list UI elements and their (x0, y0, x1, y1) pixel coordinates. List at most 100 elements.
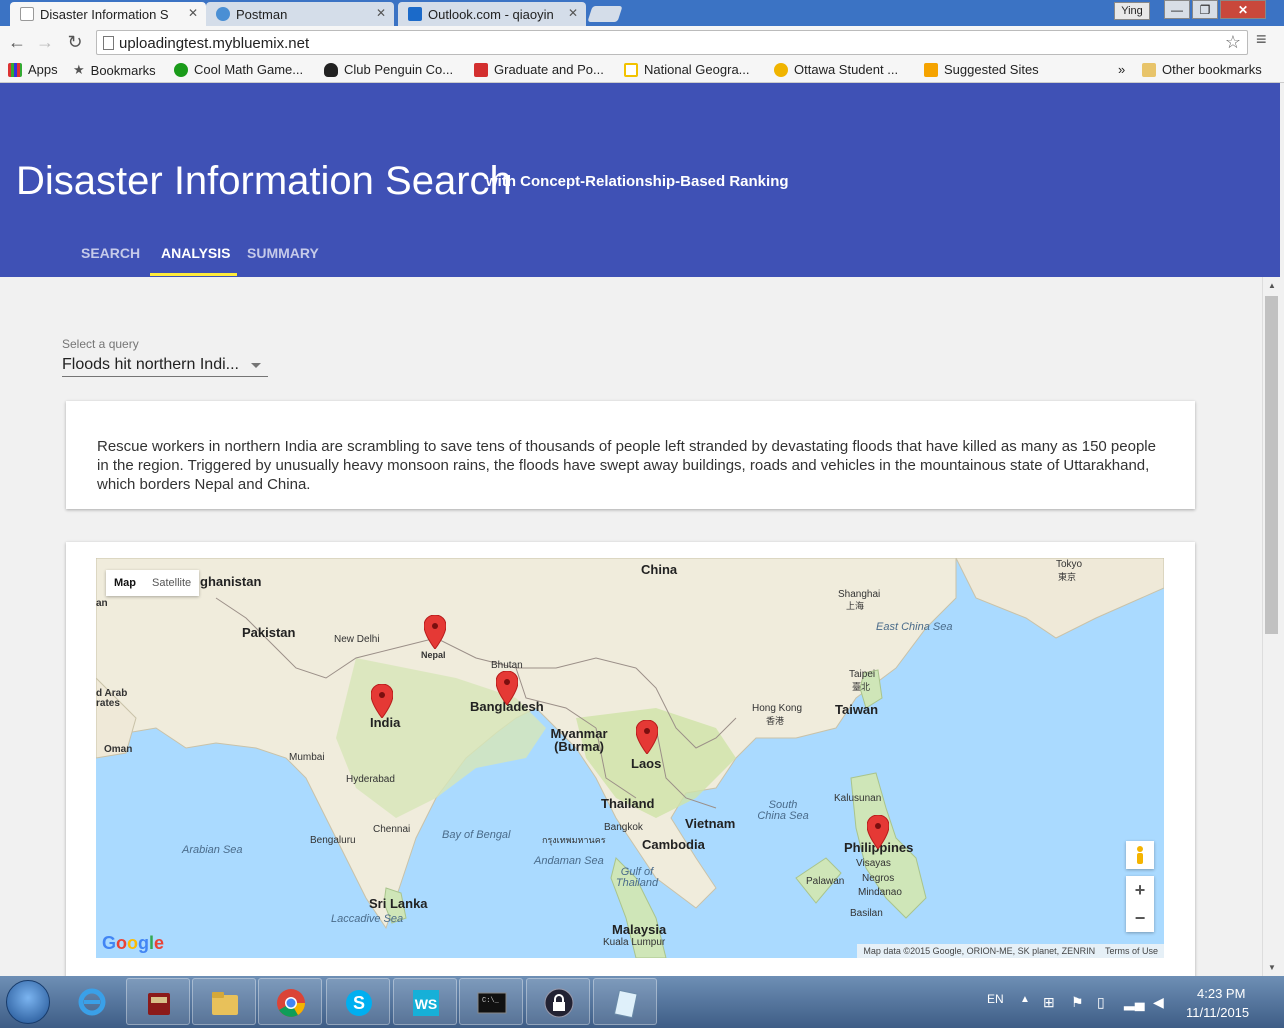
map-label: Laccadive Sea (331, 913, 404, 925)
map-label: Bengaluru (310, 835, 356, 846)
bookmark-star-icon[interactable]: ☆ (1225, 32, 1241, 53)
other-bookmarks[interactable]: Other bookmarks (1142, 62, 1262, 77)
globe-icon (216, 7, 230, 21)
bookmark-club-penguin[interactable]: Club Penguin Co... (324, 62, 453, 77)
start-button[interactable] (6, 980, 50, 1024)
dropdown-arrow-icon[interactable] (251, 363, 261, 368)
reload-icon[interactable]: ↻ (64, 32, 86, 53)
scroll-down-icon[interactable]: ▼ (1268, 963, 1276, 972)
windows-icon[interactable]: ⊞ (1043, 994, 1055, 1011)
query-select[interactable]: Floods hit northern Indi... (62, 356, 239, 374)
tab-search[interactable]: SEARCH (81, 245, 140, 261)
zoom-in-button[interactable]: + (1126, 876, 1154, 904)
back-arrow-icon[interactable]: ← (6, 32, 28, 53)
chrome-icon (277, 989, 305, 1017)
maximize-button[interactable]: ❐ (1192, 0, 1218, 19)
scroll-thumb[interactable] (1265, 296, 1278, 634)
map-label: 上海 (846, 601, 865, 611)
map-label: Thailand (601, 796, 655, 811)
tab-title: Outlook.com - qiaoyin (428, 6, 554, 22)
apps-grid-icon (8, 62, 22, 77)
close-tab-icon[interactable]: ✕ (376, 6, 386, 20)
map-label: Sri Lanka (369, 896, 428, 911)
bookmark-national-geographic[interactable]: National Geogra... (624, 62, 750, 77)
scroll-up-icon[interactable]: ▲ (1268, 281, 1276, 290)
bookmark-label: Suggested Sites (944, 62, 1039, 77)
page-scrollbar[interactable]: ▲ ▼ (1262, 277, 1280, 976)
chrome-menu-icon[interactable]: ≡ (1256, 29, 1267, 50)
natgeo-icon (624, 62, 638, 77)
bookmark-bookmarks[interactable]: ★ Bookmarks (73, 62, 156, 78)
new-tab-button[interactable] (587, 6, 623, 22)
flag-icon[interactable]: ⚑ (1071, 994, 1084, 1011)
folder-icon (1142, 62, 1156, 77)
forward-arrow-icon[interactable]: → (34, 32, 56, 53)
webstorm-icon: WS (413, 990, 439, 1016)
taskbar-cmd[interactable]: C:\_ (459, 978, 523, 1025)
bookmark-cool-math[interactable]: Cool Math Game... (174, 62, 303, 77)
close-tab-icon[interactable]: ✕ (188, 6, 198, 20)
app-header: Disaster Information Search with Concept… (0, 83, 1280, 277)
taskbar-chrome[interactable] (258, 978, 322, 1025)
taskbar-notepad[interactable] (593, 978, 657, 1025)
browser-tab-postman[interactable]: Postman ✕ (206, 2, 394, 26)
penguin-icon (324, 62, 338, 77)
taskbar-explorer[interactable] (192, 978, 256, 1025)
bookmark-label: Other bookmarks (1162, 62, 1262, 77)
taskbar-ie[interactable] (60, 978, 124, 1025)
marker-india-icon[interactable] (371, 684, 393, 718)
battery-icon[interactable]: ▯ (1097, 994, 1105, 1011)
star-icon: ★ (73, 62, 85, 77)
language-indicator[interactable]: EN (987, 992, 1004, 1006)
map-type-satellite-button[interactable]: Satellite (144, 570, 199, 596)
marker-bangladesh-icon[interactable] (496, 671, 518, 705)
minimize-button[interactable]: — (1164, 0, 1190, 19)
taskbar-dictionary[interactable] (126, 978, 190, 1025)
clock-time[interactable]: 4:23 PM (1197, 986, 1245, 1001)
profile-button[interactable]: Ying (1114, 2, 1150, 20)
page-title: Disaster Information Search (16, 159, 512, 203)
zoom-out-button[interactable]: − (1126, 904, 1154, 932)
browser-tab-outlook[interactable]: Outlook.com - qiaoyin ✕ (398, 2, 586, 26)
book-icon (148, 993, 170, 1015)
bookmark-label: Bookmarks (90, 62, 156, 78)
clock-date[interactable]: 11/11/2015 (1186, 1005, 1249, 1020)
map-label: Cambodia (642, 837, 705, 852)
street-view-pegman-icon[interactable] (1126, 841, 1154, 869)
close-tab-icon[interactable]: ✕ (568, 6, 578, 20)
map-label: Palawan (806, 876, 845, 887)
windows-taskbar: S WS C:\_ EN ▲ ⊞ ⚑ ▯ ▂▄ ◀ 4:23 PM 11/11/… (0, 976, 1284, 1028)
address-bar[interactable]: uploadingtest.mybluemix.net ☆ (96, 30, 1248, 55)
taskbar-vpn[interactable] (526, 978, 590, 1025)
bookmark-ottawa-student[interactable]: Ottawa Student ... (774, 62, 898, 77)
bookmarks-overflow[interactable]: » (1118, 62, 1125, 77)
map-label: East China Sea (876, 621, 953, 633)
map-label: Andaman Sea (534, 855, 604, 867)
show-hidden-icons-icon[interactable]: ▲ (1020, 994, 1030, 1005)
map-type-map-button[interactable]: Map (106, 570, 144, 596)
marker-laos-icon[interactable] (636, 720, 658, 754)
marker-nepal-icon[interactable] (424, 615, 446, 649)
tab-analysis[interactable]: ANALYSIS (161, 245, 231, 261)
bookmark-label: Cool Math Game... (194, 62, 304, 77)
marker-philippines-icon[interactable] (867, 815, 889, 849)
tab-title: Disaster Information S (40, 6, 169, 22)
bookmark-graduate[interactable]: Graduate and Po... (474, 62, 604, 77)
volume-icon[interactable]: ◀ (1153, 994, 1164, 1011)
bookmark-label: Club Penguin Co... (344, 62, 454, 77)
terms-of-use-link[interactable]: Terms of Use (1105, 946, 1158, 956)
taskbar-skype[interactable]: S (326, 978, 390, 1025)
bookmark-suggested-sites[interactable]: Suggested Sites (924, 62, 1039, 77)
browser-tab-disaster[interactable]: Disaster Information S ✕ (10, 2, 206, 26)
close-window-button[interactable]: ✕ (1220, 0, 1266, 19)
map-label: Laos (631, 756, 662, 771)
map[interactable]: Map Satellite ghanistan Pakistan China I… (96, 558, 1164, 958)
taskbar-webstorm[interactable]: WS (393, 978, 457, 1025)
bookmark-apps[interactable]: Apps (8, 62, 58, 77)
lock-icon (544, 988, 574, 1018)
map-label: 臺北 (852, 682, 871, 692)
map-label: Myanmar (Burma) (550, 726, 608, 754)
svg-text:WS: WS (415, 996, 438, 1012)
network-icon[interactable]: ▂▄ (1124, 994, 1145, 1011)
tab-summary[interactable]: SUMMARY (247, 245, 319, 261)
